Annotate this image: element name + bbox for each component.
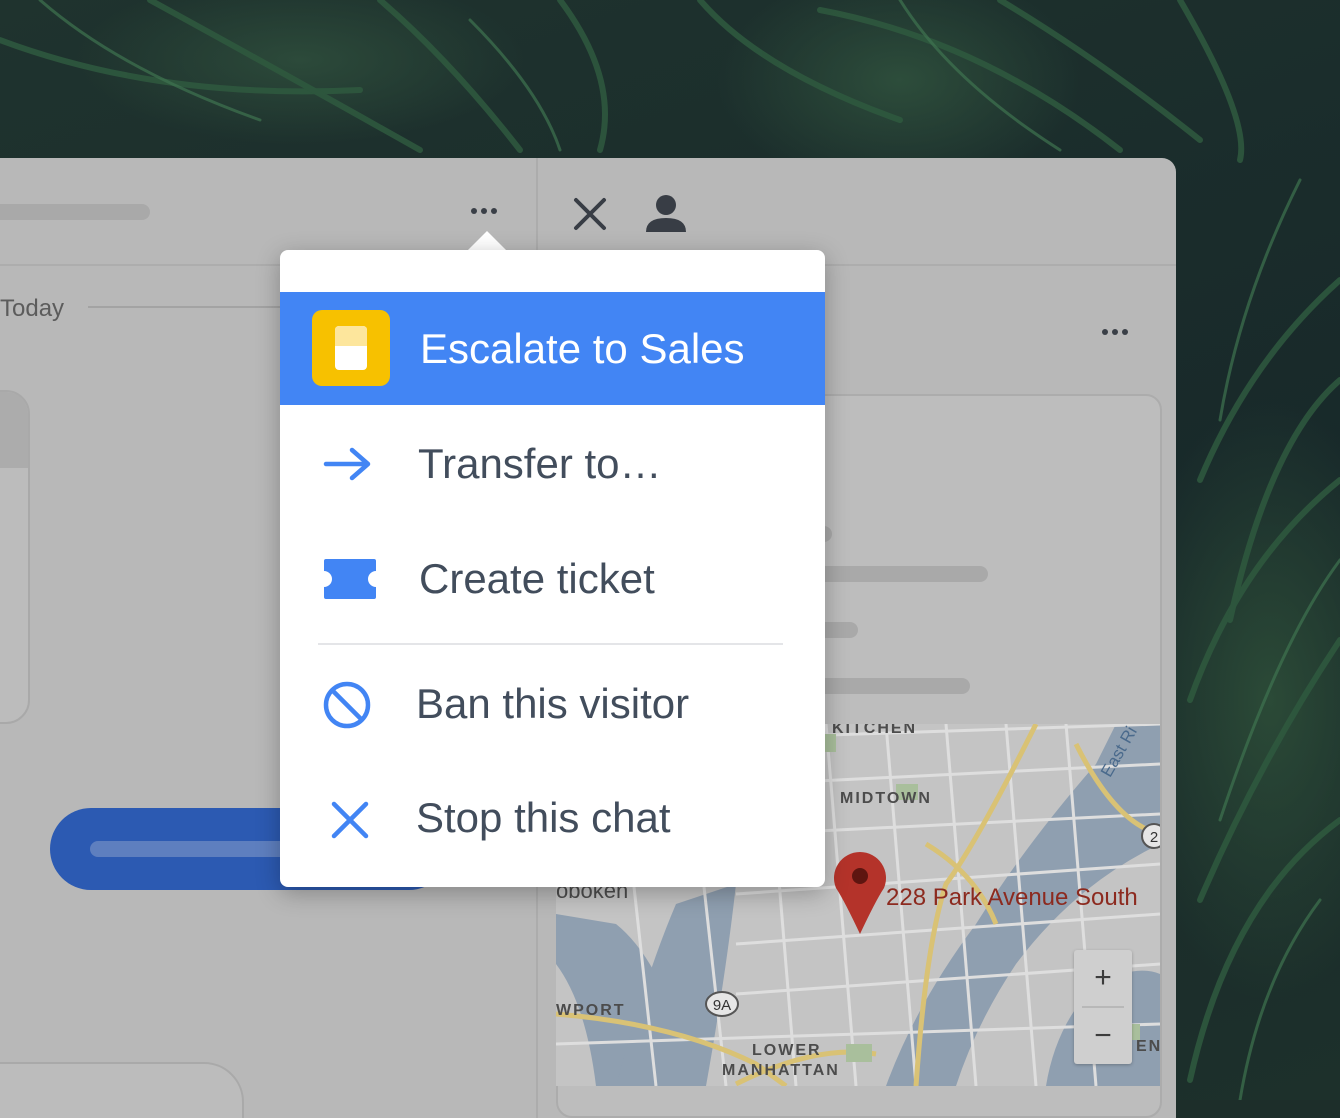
visitor-profile-button[interactable] (645, 194, 687, 239)
chat-actions-menu: Escalate to Sales Transfer to… Create ti… (280, 250, 825, 887)
map-area-manhattan: MANHATTAN (722, 1062, 840, 1079)
menu-item-label: Escalate to Sales (420, 324, 745, 372)
details-more-button[interactable] (1102, 329, 1128, 335)
chat-title-placeholder (0, 204, 150, 220)
zoom-out-button[interactable]: − (1074, 1008, 1132, 1064)
arrow-right-icon (322, 446, 374, 482)
menu-item-escalate-to-sales[interactable]: Escalate to Sales (280, 292, 825, 405)
menu-item-ban-visitor[interactable]: Ban this visitor (280, 648, 825, 760)
map-area-lower: LOWER (752, 1042, 822, 1059)
svg-text:9A: 9A (713, 997, 731, 1014)
menu-item-transfer[interactable]: Transfer to… (280, 408, 825, 520)
map-area-enp: ENP (1136, 1038, 1160, 1055)
close-icon (574, 198, 606, 230)
route-badge-9a: 9A (705, 991, 739, 1017)
menu-divider (318, 643, 783, 645)
date-divider-label: Today (0, 295, 65, 322)
menu-item-label: Stop this chat (416, 794, 671, 841)
chat-more-button[interactable] (471, 208, 497, 214)
menu-pointer (467, 231, 507, 251)
map-zoom-controls: + − (1074, 950, 1132, 1064)
close-chat-button[interactable] (572, 196, 608, 237)
menu-item-stop-chat[interactable]: Stop this chat (280, 762, 825, 874)
menu-item-label: Create ticket (419, 555, 655, 602)
map-area-midtown: MIDTOWN (840, 790, 932, 807)
map-pin-label: 228 Park Avenue South (886, 884, 1138, 911)
menu-item-label: Ban this visitor (416, 680, 690, 727)
ticket-icon (322, 557, 378, 601)
map-area-newport: WPORT (556, 1002, 626, 1019)
svg-text:2: 2 (1150, 829, 1158, 846)
ban-icon (322, 680, 372, 730)
message-card-bottom (0, 1062, 244, 1118)
map-area-kitchen: KITCHEN (832, 724, 918, 737)
date-divider-line (88, 306, 288, 308)
close-icon (330, 800, 370, 840)
menu-item-create-ticket[interactable]: Create ticket (280, 522, 825, 636)
menu-item-label: Transfer to… (418, 440, 662, 487)
escalate-icon (312, 310, 390, 386)
person-icon (646, 195, 686, 232)
message-card (0, 390, 30, 724)
zoom-in-button[interactable]: + (1074, 950, 1132, 1006)
route-badge-2: 2 (1141, 823, 1160, 849)
